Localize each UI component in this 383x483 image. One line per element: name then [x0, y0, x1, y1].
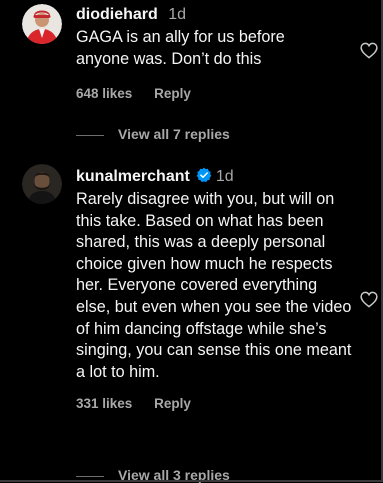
- divider-line: [76, 475, 104, 477]
- timestamp: 1d: [168, 6, 187, 23]
- comment-header: kunalmerchant 1d: [76, 167, 353, 187]
- avatar[interactable]: [22, 164, 62, 204]
- username[interactable]: diodiehard: [76, 6, 158, 23]
- avatar[interactable]: [22, 4, 62, 44]
- verified-badge-icon: [196, 167, 212, 183]
- reply-button[interactable]: Reply: [154, 396, 191, 411]
- comment-text: GAGA is an ally for us before anyone was…: [76, 28, 285, 68]
- timestamp: 1d: [215, 168, 234, 185]
- divider-line: [76, 134, 104, 136]
- comment-actions: 648 likes Reply: [76, 86, 353, 101]
- username[interactable]: kunalmerchant: [76, 168, 190, 185]
- like-count[interactable]: 331 likes: [76, 396, 132, 411]
- view-replies-label: View all 3 replies: [118, 467, 230, 483]
- view-replies-button[interactable]: View all 7 replies: [76, 126, 230, 142]
- heart-outline-icon[interactable]: [360, 42, 378, 59]
- comment-text: Rarely disagree with you, but will on th…: [76, 190, 352, 381]
- heart-outline-icon[interactable]: [360, 291, 378, 308]
- like-count[interactable]: 648 likes: [76, 86, 132, 101]
- view-replies-label: View all 7 replies: [118, 126, 230, 142]
- view-replies-button[interactable]: View all 3 replies: [76, 467, 230, 483]
- comment-actions: 331 likes Reply: [76, 396, 353, 411]
- reply-button[interactable]: Reply: [154, 86, 191, 101]
- comment-header: diodiehard 1d: [76, 5, 353, 25]
